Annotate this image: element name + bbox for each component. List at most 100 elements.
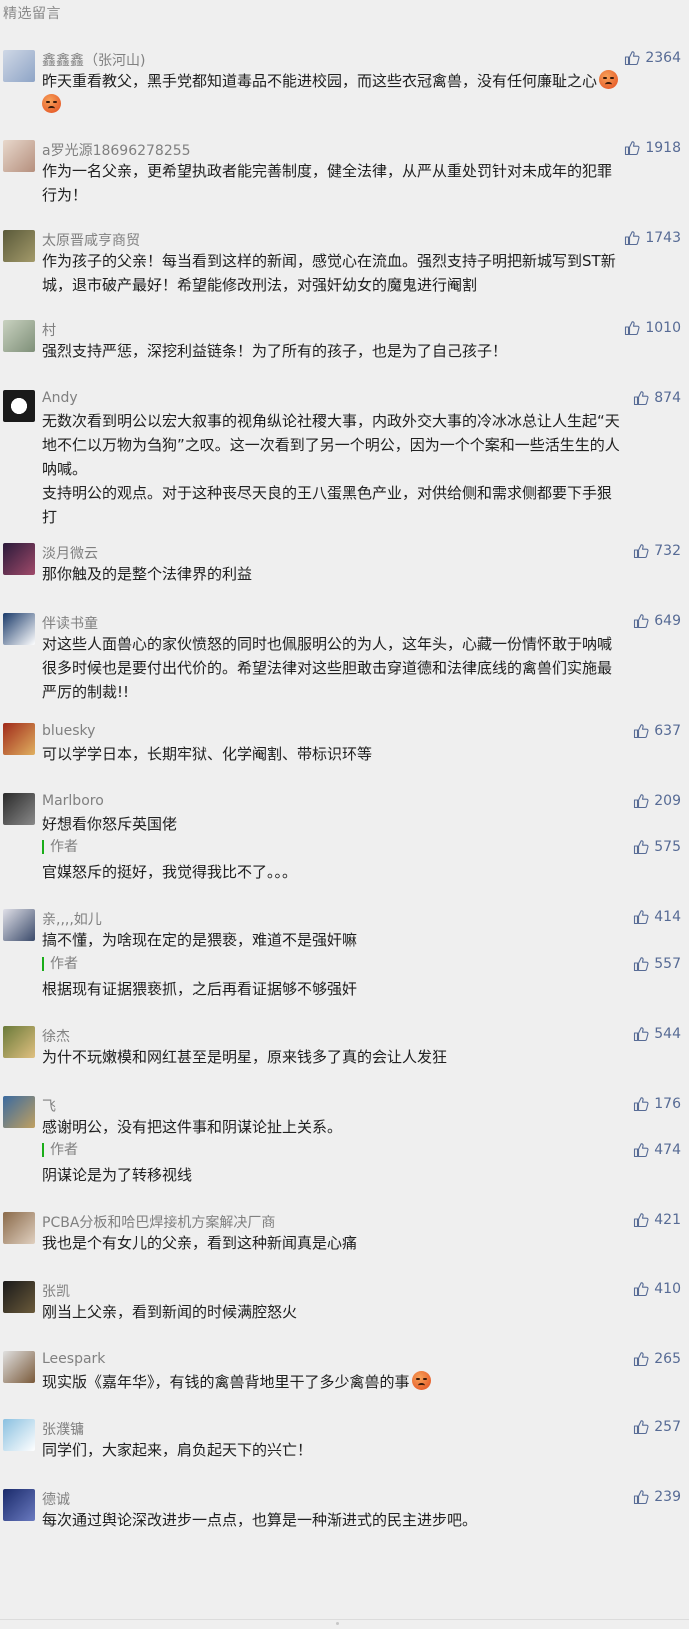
commenter-name[interactable]: 鑫鑫鑫（张河山) xyxy=(42,50,145,70)
commenter-name[interactable]: a罗光源18696278255 xyxy=(42,140,191,160)
comment-line: 搞不懂，为啥现在定的是猥亵，难道不是强奸嘛 xyxy=(42,931,358,949)
comment-line: 为什不玩嫩模和网红甚至是明星，原来钱多了真的会让人发狂 xyxy=(42,1048,448,1066)
like-button[interactable]: 257 xyxy=(633,1419,681,1435)
avatar[interactable] xyxy=(3,909,35,941)
like-button[interactable]: 544 xyxy=(633,1026,681,1042)
commenter-name[interactable]: PCBA分板和哈巴焊接机方案解决厂商 xyxy=(42,1212,275,1232)
commenter-name[interactable]: 伴读书童 xyxy=(42,613,98,633)
avatar[interactable] xyxy=(3,140,35,172)
like-button[interactable]: 637 xyxy=(633,723,681,739)
like-button[interactable]: 1743 xyxy=(624,230,681,246)
like-button[interactable]: 265 xyxy=(633,1351,681,1367)
thumbs-up-icon xyxy=(633,1142,649,1158)
scroll-indicator-dot xyxy=(336,1622,339,1625)
commenter-name[interactable]: 徐杰 xyxy=(42,1026,70,1046)
comment-text: 强烈支持严惩，深挖利益链条！为了所有的孩子，也是为了自己孩子！ xyxy=(42,339,682,363)
avatar[interactable] xyxy=(3,793,35,825)
reply-like-button[interactable]: 575 xyxy=(633,839,681,855)
like-count: 265 xyxy=(654,1351,681,1367)
comment-text: 刚当上父亲，看到新闻的时候满腔怒火 xyxy=(42,1300,682,1324)
thumbs-up-icon xyxy=(633,793,649,809)
like-button[interactable]: 732 xyxy=(633,543,681,559)
reply-like-button[interactable]: 557 xyxy=(633,956,681,972)
avatar[interactable] xyxy=(3,1281,35,1313)
thumbs-up-icon xyxy=(624,140,640,156)
like-button[interactable]: 649 xyxy=(633,613,681,629)
avatar[interactable] xyxy=(3,50,35,82)
author-reply-label: 作者 xyxy=(42,957,78,971)
like-button[interactable]: 410 xyxy=(633,1281,681,1297)
like-count: 176 xyxy=(654,1096,681,1112)
avatar[interactable] xyxy=(3,543,35,575)
like-count: 732 xyxy=(654,543,681,559)
commenter-name[interactable]: 飞 xyxy=(42,1096,56,1116)
commenter-name[interactable]: 村 xyxy=(42,320,56,340)
comment-line: 强烈支持严惩，深挖利益链条！为了所有的孩子，也是为了自己孩子！ xyxy=(42,342,508,360)
comment-text: 感谢明公，没有把这件事和阴谋论扯上关系。 xyxy=(42,1115,682,1139)
like-button[interactable]: 2364 xyxy=(624,50,681,66)
comment-line: 刚当上父亲，看到新闻的时候满腔怒火 xyxy=(42,1303,298,1321)
angry-emoji-icon xyxy=(42,94,61,113)
comment-text: 昨天重看教父，黑手党都知道毒品不能进校园，而这些衣冠禽兽，没有任何廉耻之心 xyxy=(42,69,682,117)
comment-line: 很多时候也是要付出代价的。希望法律对这些胆敢击穿道德和法律底线的禽兽们实施最 xyxy=(42,659,613,677)
comment-line-emoji xyxy=(42,93,682,117)
like-count: 1010 xyxy=(645,320,681,336)
comment-text: 那你触及的是整个法律界的利益 xyxy=(42,562,682,586)
avatar[interactable] xyxy=(3,1419,35,1451)
avatar[interactable] xyxy=(3,1489,35,1521)
avatar[interactable] xyxy=(3,613,35,645)
avatar[interactable] xyxy=(3,1212,35,1244)
commenter-name[interactable]: 太原晋咸亨商贸 xyxy=(42,230,140,250)
like-button[interactable]: 1010 xyxy=(624,320,681,336)
like-button[interactable]: 1918 xyxy=(624,140,681,156)
avatar[interactable] xyxy=(3,1351,35,1383)
comment-line: 城，退市破产最好！希望能修改刑法，对强奸幼女的魔鬼进行阉割 xyxy=(42,276,478,294)
like-button[interactable]: 414 xyxy=(633,909,681,925)
like-button[interactable]: 874 xyxy=(633,390,681,406)
author-reply-label: 作者 xyxy=(42,840,78,854)
like-button[interactable]: 239 xyxy=(633,1489,681,1505)
avatar[interactable] xyxy=(3,230,35,262)
like-count: 410 xyxy=(654,1281,681,1297)
thumbs-up-icon xyxy=(633,1351,649,1367)
commenter-name[interactable]: 张濮镛 xyxy=(42,1419,84,1439)
reply-like-count: 474 xyxy=(654,1142,681,1158)
comment-line: 感谢明公，没有把这件事和阴谋论扯上关系。 xyxy=(42,1118,343,1136)
comment-text: 同学们，大家起来，肩负起天下的兴亡！ xyxy=(42,1438,682,1462)
commenter-name[interactable]: Marlboro xyxy=(42,793,104,809)
commenter-name[interactable]: 德诚 xyxy=(42,1489,70,1509)
thumbs-up-icon xyxy=(633,543,649,559)
bottom-divider xyxy=(0,1619,689,1629)
commenter-name[interactable]: 张凯 xyxy=(42,1281,70,1301)
comment-line: 每次通过舆论深改进步一点点，也算是一种渐进式的民主进步吧。 xyxy=(42,1511,478,1529)
avatar[interactable] xyxy=(3,320,35,352)
commenter-name[interactable]: Leespark xyxy=(42,1351,105,1367)
commenter-name[interactable]: Andy xyxy=(42,390,78,406)
comment-text: 为什不玩嫩模和网红甚至是明星，原来钱多了真的会让人发狂 xyxy=(42,1045,682,1069)
comment-text: 我也是个有女儿的父亲，看到这种新闻真是心痛 xyxy=(42,1231,682,1255)
comment-text: 搞不懂，为啥现在定的是猥亵，难道不是强奸嘛 xyxy=(42,928,682,952)
comment-line: 地不仁以万物为刍狗”之叹。这一次看到了另一个明公，因为一个个案和一些活生生的人 xyxy=(42,436,620,454)
like-button[interactable]: 421 xyxy=(633,1212,681,1228)
like-button[interactable]: 209 xyxy=(633,793,681,809)
thumbs-up-icon xyxy=(633,613,649,629)
reply-like-button[interactable]: 474 xyxy=(633,1142,681,1158)
like-count: 239 xyxy=(654,1489,681,1505)
commenter-name[interactable]: 淡月微云 xyxy=(42,543,98,563)
like-count: 414 xyxy=(654,909,681,925)
avatar[interactable] xyxy=(3,390,35,422)
like-button[interactable]: 176 xyxy=(633,1096,681,1112)
like-count: 2364 xyxy=(645,50,681,66)
commenter-name[interactable]: 亲,,,,如儿 xyxy=(42,909,102,929)
avatar[interactable] xyxy=(3,723,35,755)
thumbs-up-icon xyxy=(633,723,649,739)
avatar[interactable] xyxy=(3,1026,35,1058)
author-reply-label: 作者 xyxy=(42,1143,78,1157)
comment-line: 无数次看到明公以宏大叙事的视角纵论社稷大事，内政外交大事的冷冰冰总让人生起“天 xyxy=(42,412,620,430)
commenter-name[interactable]: bluesky xyxy=(42,723,95,739)
avatar[interactable] xyxy=(3,1096,35,1128)
like-count: 257 xyxy=(654,1419,681,1435)
author-reply-text: 官媒怒斥的挺好，我觉得我比不了。。。 xyxy=(42,863,298,881)
comment-line: 打 xyxy=(42,508,58,526)
author-reply-text: 根据现有证据猥亵抓，之后再看证据够不够强奸 xyxy=(42,980,358,998)
